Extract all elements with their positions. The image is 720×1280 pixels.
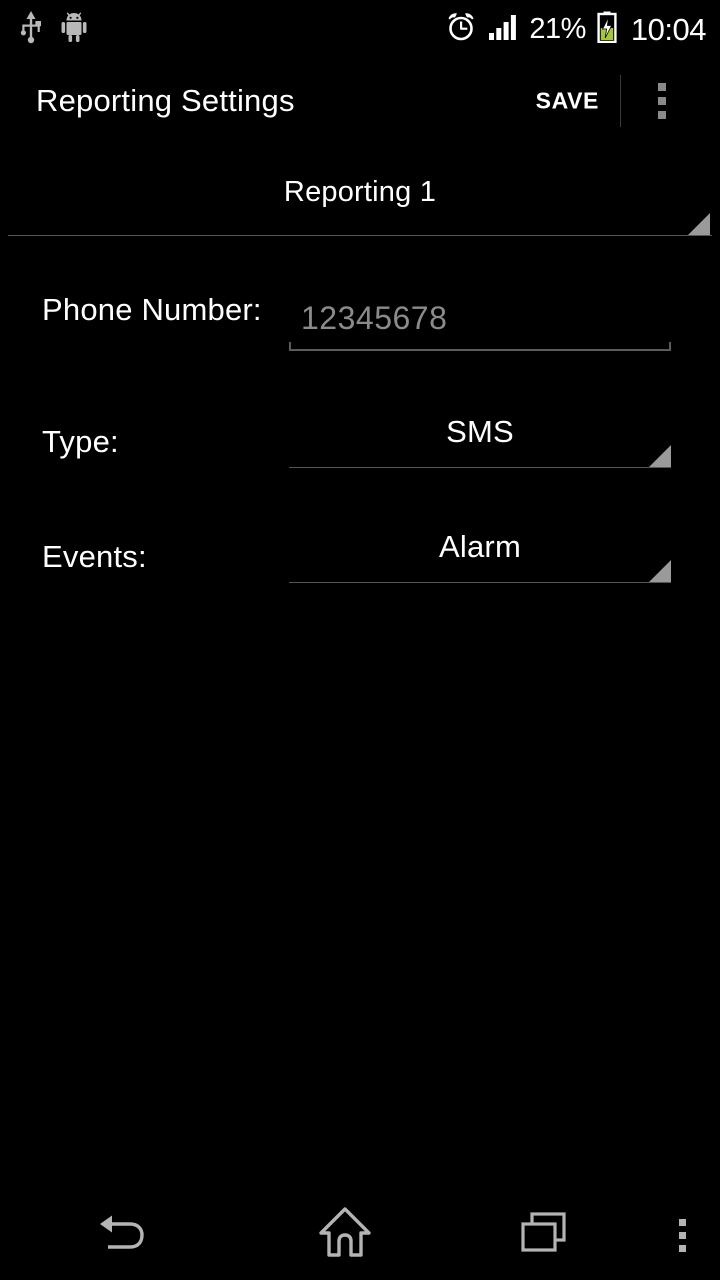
battery-charging-icon (597, 11, 617, 48)
reporting-selector-spinner[interactable]: Reporting 1 (8, 160, 712, 236)
recent-apps-button[interactable] (445, 1190, 645, 1280)
back-button[interactable] (0, 1190, 245, 1280)
phone-number-label: Phone Number: (42, 292, 262, 327)
dropdown-triangle-icon (649, 560, 671, 582)
page-title: Reporting Settings (36, 83, 295, 118)
menu-button[interactable] (645, 1190, 720, 1280)
alarm-clock-icon (445, 11, 477, 48)
home-icon (316, 1205, 374, 1266)
usb-icon (18, 10, 44, 49)
recent-apps-icon (518, 1209, 572, 1262)
action-bar: Reporting Settings SAVE (0, 58, 720, 144)
events-spinner[interactable]: Alarm (289, 525, 671, 583)
form-row-type: Type: SMS (0, 358, 720, 473)
reporting-selector-value: Reporting 1 (283, 176, 437, 208)
type-spinner-value: SMS (446, 414, 514, 449)
save-button[interactable]: SAVE (528, 76, 607, 127)
form-row-events: Events: Alarm (0, 473, 720, 588)
navigation-bar (0, 1190, 720, 1280)
events-spinner-underline (289, 582, 671, 583)
overflow-menu-icon[interactable] (644, 73, 680, 129)
input-underline (289, 349, 671, 351)
type-label: Type: (42, 424, 119, 459)
events-spinner-value: Alarm (439, 529, 521, 564)
form-row-phone-number: Phone Number: 12345678 (0, 236, 720, 358)
android-screen: 21% 10:04 Reporting Settings SAVE Report… (0, 0, 720, 1280)
back-icon (92, 1207, 154, 1264)
status-bar-right-icons: 21% 10:04 (445, 0, 707, 58)
dropdown-triangle-icon (688, 213, 710, 235)
settings-form: Phone Number: 12345678 Type: SMS Events:… (0, 236, 720, 588)
signal-bars-icon (488, 13, 518, 46)
menu-icon (679, 1218, 686, 1252)
phone-number-placeholder: 12345678 (301, 300, 448, 336)
home-button[interactable] (245, 1190, 445, 1280)
dropdown-triangle-icon (649, 445, 671, 467)
type-spinner-underline (289, 467, 671, 468)
input-underline-tick-right (669, 342, 671, 351)
type-spinner[interactable]: SMS (289, 410, 671, 468)
phone-number-input[interactable]: 12345678 (289, 293, 671, 357)
status-bar: 21% 10:04 (0, 0, 720, 58)
action-bar-divider (620, 75, 621, 127)
android-robot-icon (60, 11, 88, 48)
status-bar-left-icons (18, 0, 88, 58)
status-bar-clock: 10:04 (630, 11, 707, 47)
battery-percent-label: 21% (529, 12, 586, 45)
events-label: Events: (42, 539, 147, 574)
